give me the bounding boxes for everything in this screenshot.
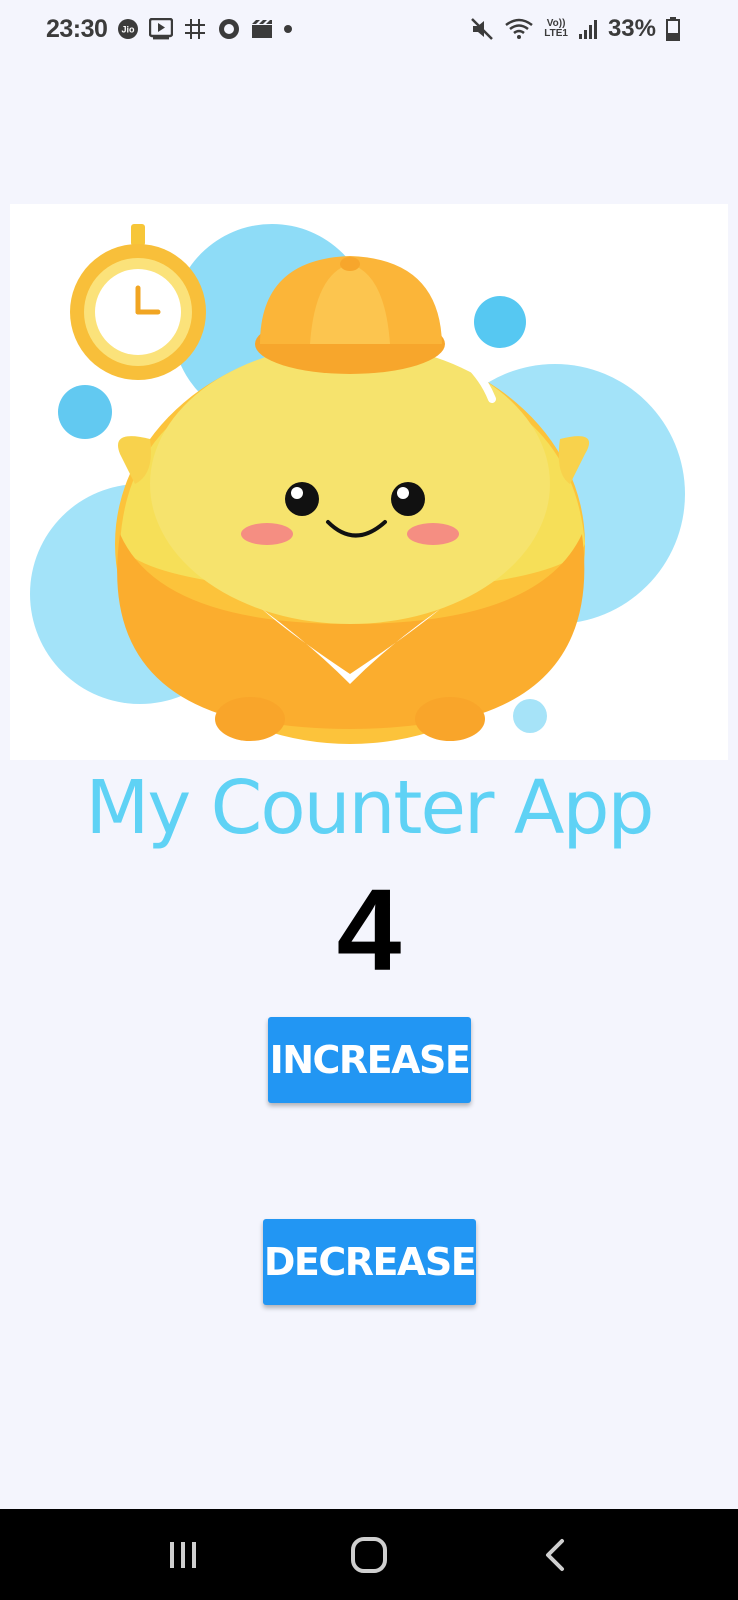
counter-value: 4: [336, 865, 402, 995]
mute-icon: [470, 17, 494, 41]
back-icon: [546, 1538, 564, 1571]
recents-button[interactable]: [153, 1525, 213, 1585]
back-button[interactable]: [525, 1525, 585, 1585]
status-bar: 23:30 Jio Vo)) LTE1 33%: [0, 0, 738, 58]
dot-icon: [283, 24, 293, 34]
clapper-icon: [251, 19, 273, 39]
wifi-icon: [504, 17, 534, 41]
battery-icon: [666, 17, 680, 41]
battery-percent: 33%: [607, 15, 656, 42]
jio-icon: Jio: [117, 18, 139, 40]
lte-label: LTE1: [544, 28, 568, 39]
home-icon: [351, 1536, 387, 1573]
signal-icon: [578, 18, 598, 40]
increase-button[interactable]: INCREASE: [268, 1017, 471, 1103]
status-right: Vo)) LTE1 33%: [470, 15, 680, 43]
app-title: My Counter App: [85, 765, 655, 851]
home-button[interactable]: [339, 1525, 399, 1585]
status-time: 23:30: [46, 14, 108, 43]
recents-icon: [170, 1541, 196, 1568]
grid-icon: [183, 17, 207, 41]
navigation-bar: [0, 1509, 738, 1600]
volte-icon: Vo)) LTE1: [544, 19, 568, 39]
circle-icon: [217, 17, 241, 41]
video-icon: [149, 18, 174, 40]
cute-mascot-illustration: [30, 224, 685, 744]
hero-image: [10, 204, 728, 760]
decrease-button[interactable]: DECREASE: [263, 1219, 477, 1305]
status-left: 23:30 Jio: [46, 15, 293, 44]
svg-text:Jio: Jio: [122, 25, 136, 35]
